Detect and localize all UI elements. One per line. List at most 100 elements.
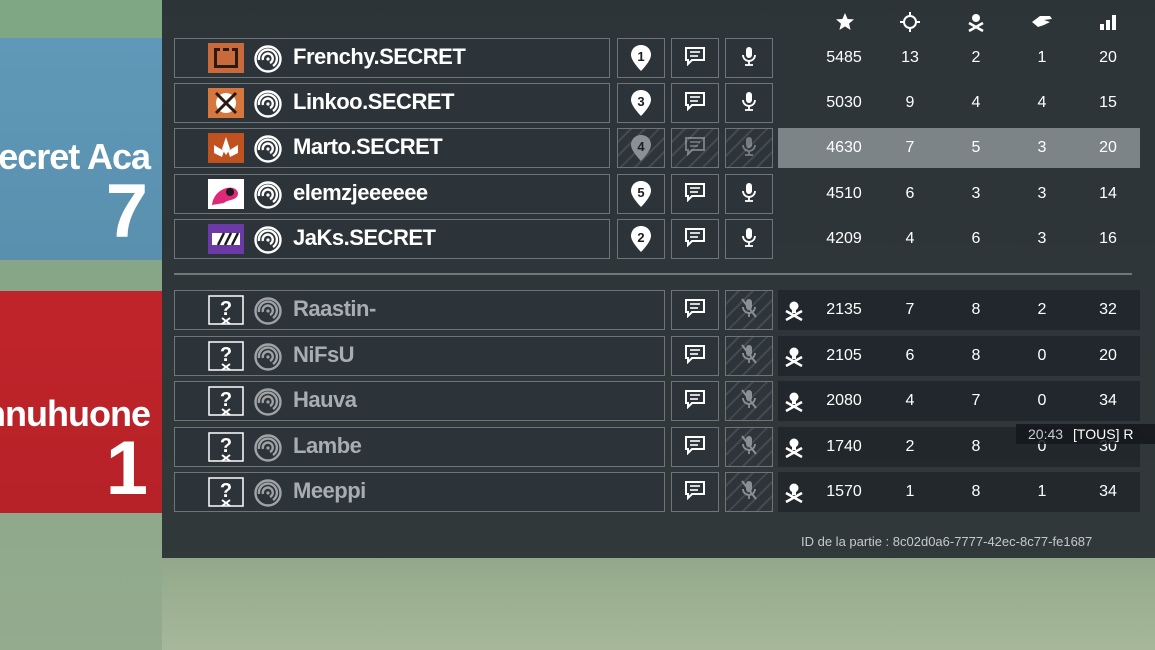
player-kills: 9: [905, 94, 915, 111]
player-name-box[interactable]: Frenchy.SECRET: [174, 38, 610, 78]
ping-marker-number: 3: [637, 94, 645, 109]
chat-button[interactable]: [671, 427, 719, 467]
player-row[interactable]: ? Raastin- 2135 7 8 2 32: [174, 290, 1140, 330]
map-pin-icon: 3: [630, 89, 652, 117]
player-name-box[interactable]: Marto.SECRET: [174, 128, 610, 168]
player-row[interactable]: Marto.SECRET 4 4630 7 5 3 20: [174, 128, 1140, 168]
player-assists: 2: [1037, 301, 1047, 318]
ping-marker-button[interactable]: 5: [617, 174, 665, 214]
player-assists: 0: [1037, 347, 1047, 364]
chat-button[interactable]: [671, 336, 719, 376]
enemy-team-score: 1: [105, 426, 148, 511]
player-deaths: 3: [971, 185, 981, 202]
player-score: 4630: [826, 139, 862, 156]
match-id: ID de la partie : 8c02d0a6-7777-42ec-8c7…: [801, 534, 1093, 549]
uplay-icon: [253, 434, 283, 462]
player-name: NiFsU: [293, 342, 355, 367]
player-score: 2080: [826, 392, 862, 409]
svg-text:?: ?: [220, 480, 232, 502]
player-ping: 34: [1099, 392, 1117, 409]
chat-button[interactable]: [671, 83, 719, 123]
player-assists: 1: [1037, 49, 1047, 66]
chat-button[interactable]: [671, 174, 719, 214]
player-row[interactable]: JaKs.SECRET 2 4209 4 6 3 16: [174, 219, 1140, 259]
player-ping: 16: [1099, 230, 1117, 247]
player-assists: 3: [1037, 230, 1047, 247]
ping-marker-button[interactable]: 4: [617, 128, 665, 168]
team-divider: [174, 273, 1132, 275]
player-name: Lambe: [293, 433, 362, 458]
chat-button[interactable]: [671, 219, 719, 259]
player-name-box[interactable]: ? Meeppi: [174, 472, 665, 512]
ping-marker-button[interactable]: 2: [617, 219, 665, 259]
player-name-box[interactable]: ? NiFsU: [174, 336, 665, 376]
score-star-icon: [825, 8, 865, 36]
player-row[interactable]: ? Meeppi 1570 1 8 1 34: [174, 472, 1140, 512]
player-score: 1740: [826, 438, 862, 455]
ping-marker-number: 4: [637, 139, 645, 154]
mute-button[interactable]: [725, 219, 773, 259]
player-name-box[interactable]: ? Lambe: [174, 427, 665, 467]
ping-marker-button[interactable]: 1: [617, 38, 665, 78]
mute-button[interactable]: [725, 128, 773, 168]
player-kills: 13: [901, 49, 919, 66]
mute-button[interactable]: [725, 427, 773, 467]
ping-marker-number: 5: [637, 185, 645, 200]
player-name: Raastin-: [293, 296, 376, 321]
chat-button[interactable]: [671, 381, 719, 421]
chat-button[interactable]: [671, 38, 719, 78]
ping-marker-button[interactable]: 3: [617, 83, 665, 123]
dead-skull-icon: [783, 345, 805, 368]
chat-icon: [684, 435, 706, 460]
chat-button[interactable]: [671, 472, 719, 512]
player-name-box[interactable]: elemzjeeeeee: [174, 174, 610, 214]
mute-button[interactable]: [725, 38, 773, 78]
player-name: elemzjeeeeee: [293, 180, 428, 205]
player-score: 4510: [826, 185, 862, 202]
player-deaths: 8: [971, 347, 981, 364]
mute-button[interactable]: [725, 83, 773, 123]
player-score: 4209: [826, 230, 862, 247]
mute-button[interactable]: [725, 472, 773, 512]
player-ping: 34: [1099, 483, 1117, 500]
mute-button[interactable]: [725, 174, 773, 214]
player-assists: 4: [1037, 94, 1047, 111]
player-assists: 3: [1037, 139, 1047, 156]
player-row[interactable]: ? NiFsU 2105 6 8 0 20: [174, 336, 1140, 376]
player-row[interactable]: Linkoo.SECRET 3 5030 9 4 4 15: [174, 83, 1140, 123]
chat-button[interactable]: [671, 290, 719, 330]
chat-button[interactable]: [671, 128, 719, 168]
player-name-box[interactable]: ? Hauva: [174, 381, 665, 421]
player-name-box[interactable]: JaKs.SECRET: [174, 219, 610, 259]
player-row[interactable]: ? Lambe 1740 2 8 0 30: [174, 427, 1140, 467]
player-score: 5485: [826, 49, 862, 66]
mute-button[interactable]: [725, 290, 773, 330]
player-kills: 6: [905, 185, 915, 202]
mute-button[interactable]: [725, 381, 773, 421]
player-deaths: 4: [971, 94, 981, 111]
unknown-operator-icon: ?: [208, 341, 244, 371]
player-name-box[interactable]: ? Raastin-: [174, 290, 665, 330]
player-ping: 20: [1099, 347, 1117, 364]
ally-team-score: 7: [105, 169, 148, 254]
map-pin-icon: 5: [630, 180, 652, 208]
svg-text:?: ?: [220, 298, 232, 320]
pink-operator-icon: [208, 179, 244, 209]
chat-icon: [684, 91, 706, 116]
enemy-team-card: nnuhuone 1: [0, 291, 162, 513]
dead-skull-icon: [783, 299, 805, 322]
microphone-muted-icon: [740, 297, 758, 324]
player-row[interactable]: Frenchy.SECRET 1 5485 13 2 1 20: [174, 38, 1140, 78]
kills-crosshair-icon: [890, 8, 930, 36]
player-row[interactable]: elemzjeeeeee 5 4510 6 3 3 14: [174, 174, 1140, 214]
microphone-muted-icon: [740, 479, 758, 506]
player-name-box[interactable]: Linkoo.SECRET: [174, 83, 610, 123]
player-deaths: 2: [971, 49, 981, 66]
player-ping: 15: [1099, 94, 1117, 111]
assists-hands-icon: [1022, 8, 1062, 36]
player-name: Linkoo.SECRET: [293, 89, 454, 114]
player-ping: 20: [1099, 139, 1117, 156]
player-row[interactable]: ? Hauva 2080 4 7 0 34: [174, 381, 1140, 421]
mute-button[interactable]: [725, 336, 773, 376]
microphone-icon: [741, 181, 757, 208]
